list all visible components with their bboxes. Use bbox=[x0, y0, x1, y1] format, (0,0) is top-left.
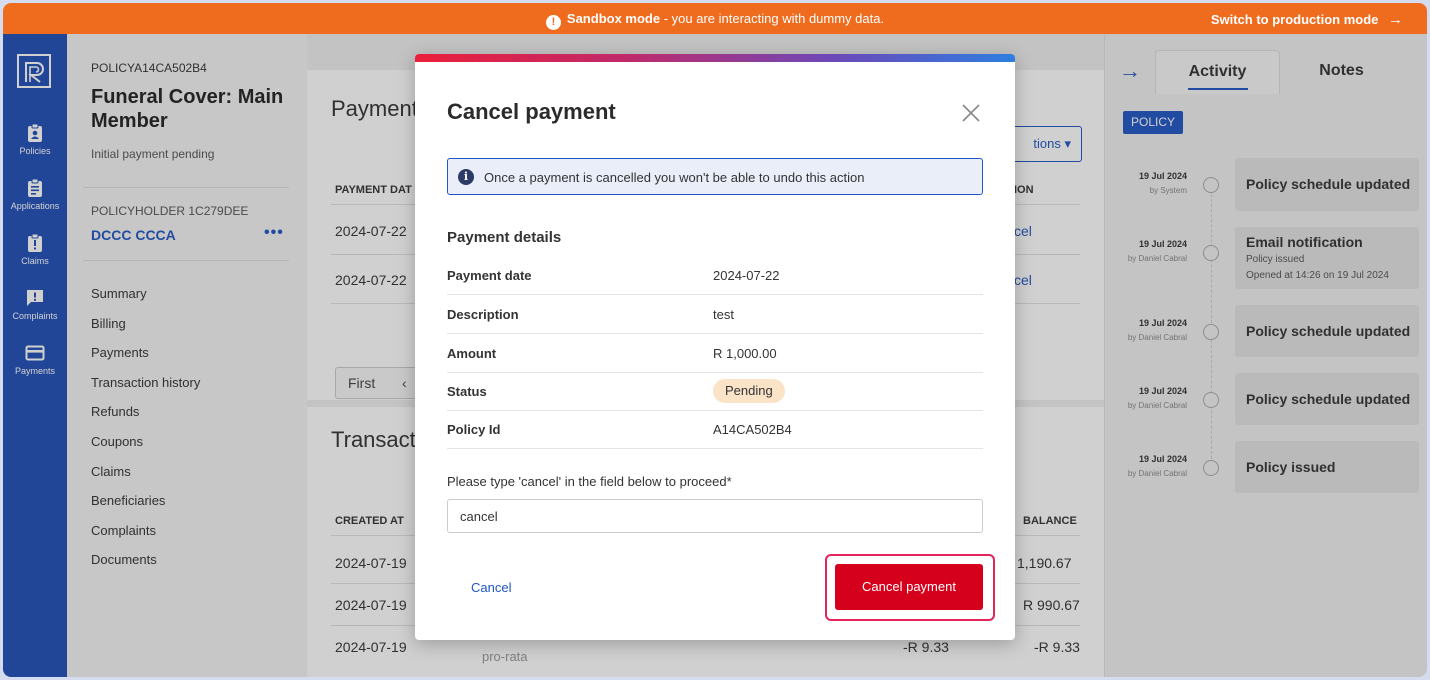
cancel-button[interactable]: Cancel bbox=[471, 580, 511, 595]
sandbox-banner: ! Sandbox mode - you are interacting with… bbox=[3, 3, 1427, 34]
dialog-title: Cancel payment bbox=[447, 99, 616, 124]
confirm-cancel-input[interactable] bbox=[447, 499, 983, 533]
dialog-accent-bar bbox=[415, 54, 1015, 62]
app-frame: ! Sandbox mode - you are interacting with… bbox=[3, 3, 1427, 677]
detail-label: Amount bbox=[447, 346, 497, 361]
detail-label: Policy Id bbox=[447, 422, 501, 437]
close-icon[interactable] bbox=[960, 102, 982, 124]
detail-row-status: Status Pending bbox=[447, 372, 983, 411]
switch-production-label: Switch to production mode bbox=[1210, 12, 1379, 27]
banner-text: - you are interacting with dummy data. bbox=[660, 11, 885, 26]
arrow-right-icon: → bbox=[1388, 11, 1403, 28]
warning-icon: ! bbox=[545, 15, 561, 30]
detail-row-payment-date: Payment date 2024-07-22 bbox=[447, 256, 983, 295]
detail-value: test bbox=[713, 307, 734, 322]
detail-label: Description bbox=[447, 307, 519, 322]
confirm-field-label: Please type 'cancel' in the field below … bbox=[447, 474, 732, 489]
detail-row-description: Description test bbox=[447, 295, 983, 334]
detail-value: 2024-07-22 bbox=[713, 268, 780, 283]
sandbox-mode-label: Sandbox mode bbox=[566, 11, 661, 26]
detail-label: Payment date bbox=[447, 268, 532, 283]
info-icon: i bbox=[458, 169, 474, 185]
info-alert-text: Once a payment is cancelled you won't be… bbox=[484, 170, 865, 185]
detail-value: A14CA502B4 bbox=[713, 422, 792, 437]
detail-row-amount: Amount R 1,000.00 bbox=[447, 334, 983, 373]
info-alert: i Once a payment is cancelled you won't … bbox=[447, 158, 983, 195]
switch-production-link[interactable]: Switch to production mode → bbox=[1211, 11, 1403, 28]
detail-label: Status bbox=[447, 384, 487, 399]
cancel-payment-dialog: Cancel payment i Once a payment is cance… bbox=[415, 54, 1015, 640]
detail-row-policy-id: Policy Id A14CA502B4 bbox=[447, 410, 983, 449]
cancel-payment-button[interactable]: Cancel payment bbox=[835, 564, 983, 610]
payment-details-heading: Payment details bbox=[447, 229, 562, 246]
status-badge: Pending bbox=[713, 379, 785, 403]
detail-value: R 1,000.00 bbox=[713, 346, 777, 361]
